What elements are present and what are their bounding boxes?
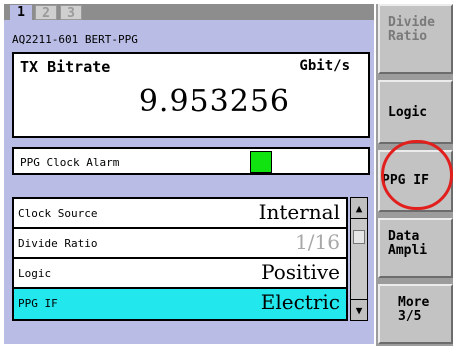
more-softkey[interactable]: More 3/5 bbox=[378, 284, 453, 344]
setting-value: Positive bbox=[261, 260, 340, 284]
settings-list: Clock Source Internal Divide Ratio 1/16 … bbox=[12, 197, 348, 321]
alarm-status-led bbox=[250, 151, 272, 173]
clock-alarm-label: PPG Clock Alarm bbox=[20, 156, 120, 169]
setting-label: Clock Source bbox=[18, 207, 98, 220]
scroll-down-icon[interactable]: ▼ bbox=[351, 299, 367, 320]
scroll-thumb[interactable] bbox=[353, 230, 365, 244]
tx-bitrate-value: 9.953256 bbox=[138, 84, 290, 119]
softkey-label: Data Ampli bbox=[388, 229, 428, 258]
setting-label: Divide Ratio bbox=[18, 237, 98, 250]
list-scrollbar[interactable]: ▲ ▼ bbox=[350, 197, 368, 321]
scroll-up-icon[interactable]: ▲ bbox=[351, 198, 367, 219]
setting-row-ppg-if[interactable]: PPG IF Electric bbox=[14, 289, 346, 319]
instrument-screen: 1 2 3 AQ2211-601 BERT-PPG TX Bitrate Gbi… bbox=[0, 0, 453, 350]
softkey-label: Logic bbox=[388, 105, 428, 120]
setting-value: Electric bbox=[260, 290, 340, 314]
setting-value: Internal bbox=[258, 200, 340, 224]
softkey-label: Divide Ratio bbox=[388, 15, 435, 44]
setting-row-clock-source[interactable]: Clock Source Internal bbox=[14, 199, 346, 227]
setting-value: 1/16 bbox=[295, 230, 340, 254]
setting-row-divide-ratio[interactable]: Divide Ratio 1/16 bbox=[14, 229, 346, 257]
tx-bitrate-panel[interactable]: TX Bitrate Gbit/s 9.953256 bbox=[12, 52, 370, 138]
tx-bitrate-unit: Gbit/s bbox=[299, 58, 350, 74]
clock-alarm-panel: PPG Clock Alarm bbox=[12, 147, 370, 175]
tx-bitrate-label: TX Bitrate bbox=[20, 58, 111, 76]
setting-label: Logic bbox=[18, 267, 52, 280]
tab-3[interactable]: 3 bbox=[60, 5, 82, 21]
main-panel: 1 2 3 AQ2211-601 BERT-PPG TX Bitrate Gbi… bbox=[4, 4, 374, 344]
tab-1[interactable]: 1 bbox=[10, 5, 32, 20]
logic-softkey[interactable]: Logic bbox=[378, 80, 453, 144]
tab-2[interactable]: 2 bbox=[35, 5, 57, 21]
module-name: AQ2211-601 BERT-PPG bbox=[12, 33, 138, 46]
setting-label: PPG IF bbox=[18, 297, 58, 310]
data-ampli-softkey[interactable]: Data Ampli bbox=[378, 218, 453, 278]
setting-row-logic[interactable]: Logic Positive bbox=[14, 259, 346, 287]
highlight-circle bbox=[381, 140, 453, 210]
page-tab-bar: 1 2 3 bbox=[4, 4, 374, 21]
softkey-label: More 3/5 bbox=[398, 295, 430, 324]
divide-ratio-softkey[interactable]: Divide Ratio bbox=[378, 4, 453, 74]
